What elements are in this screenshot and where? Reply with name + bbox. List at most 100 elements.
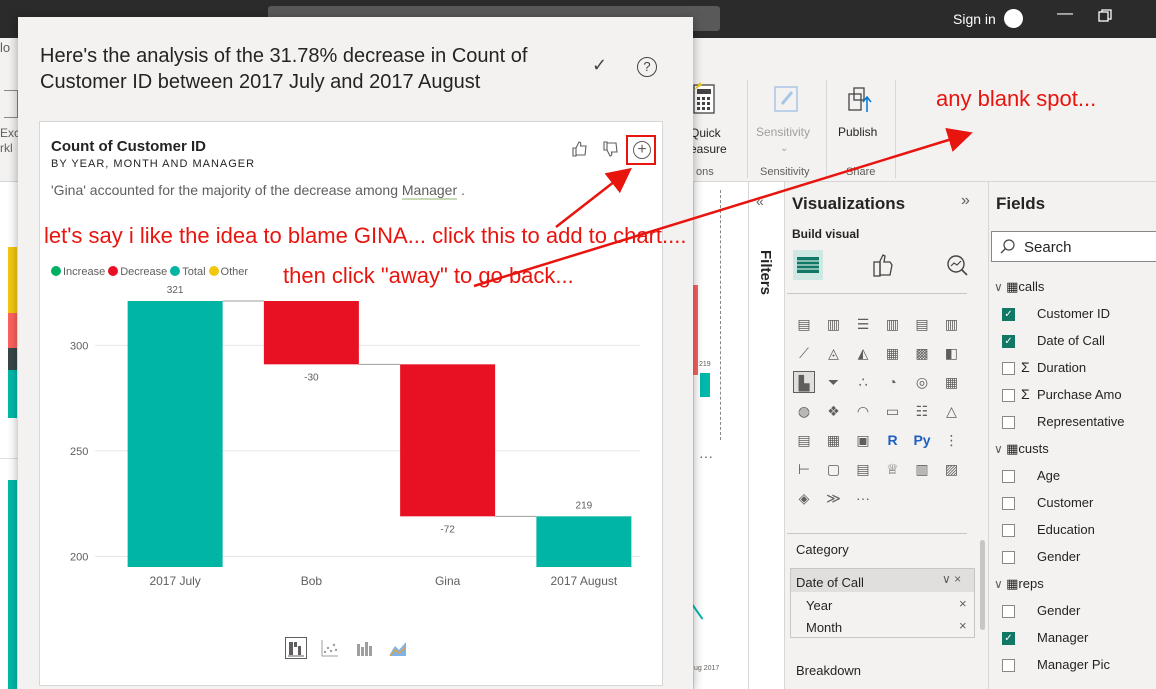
field-item[interactable]: Gender — [1002, 597, 1080, 624]
check-icon[interactable]: ✓ — [592, 55, 607, 76]
qa-visual-icon[interactable]: ▢ — [823, 458, 845, 480]
stacked-column-visual-icon[interactable]: ▥ — [823, 313, 845, 335]
filled-map-visual-icon[interactable]: ❖ — [823, 400, 845, 422]
smart-narrative-visual-icon[interactable]: ≫ — [823, 487, 845, 509]
field-checkbox[interactable]: ✓ — [1002, 307, 1015, 321]
clustered-bar-visual-icon[interactable]: ☰ — [852, 313, 874, 335]
power-apps-visual-icon[interactable]: ▨ — [941, 458, 963, 480]
area-type-icon[interactable] — [387, 637, 409, 659]
viz-scrollbar[interactable] — [980, 540, 985, 630]
field-item[interactable]: ✓ Date of Call — [1002, 327, 1105, 354]
help-icon[interactable]: ? — [637, 57, 657, 77]
field-table-custs[interactable]: ∨ ▦custs — [994, 435, 1049, 462]
sensitivity-button[interactable]: Sensitivity — [756, 125, 810, 139]
ribbon-visual-icon[interactable]: ▩ — [911, 342, 933, 364]
field-table-reps[interactable]: ∨ ▦reps — [994, 570, 1044, 597]
legend-item-decrease[interactable]: Decrease — [108, 266, 167, 278]
kpi-visual-icon[interactable]: △ — [941, 400, 963, 422]
paginated-visual-icon[interactable]: ▤ — [852, 458, 874, 480]
map-visual-icon[interactable]: ◍ — [793, 400, 815, 422]
field-checkbox[interactable] — [1002, 523, 1015, 537]
collapse-viz-icon[interactable]: » — [961, 192, 970, 210]
field-checkbox[interactable] — [1002, 496, 1015, 510]
scatter-type-icon[interactable] — [319, 637, 341, 659]
remove-year-icon[interactable]: × — [959, 596, 967, 611]
stacked-area-visual-icon[interactable]: ◭ — [852, 342, 874, 364]
avatar[interactable] — [1004, 9, 1023, 28]
scatter-visual-icon[interactable]: ∴ — [852, 371, 874, 393]
field-checkbox[interactable] — [1002, 550, 1015, 564]
r-visual-visual-icon[interactable]: R — [882, 429, 904, 451]
table-visual-icon[interactable]: ▦ — [823, 429, 845, 451]
funnel-visual-icon[interactable]: ⏷ — [823, 371, 845, 393]
decomposition-tree-visual-icon[interactable]: ⊢ — [793, 458, 815, 480]
column-type-icon[interactable] — [353, 637, 375, 659]
chevron-down-icon[interactable]: ∨ × — [942, 572, 961, 586]
card-visual-icon[interactable]: ▭ — [882, 400, 904, 422]
analytics-icon[interactable] — [945, 253, 969, 282]
field-item[interactable]: Customer — [1002, 489, 1093, 516]
field-checkbox[interactable] — [1002, 658, 1015, 672]
more-visual-icon[interactable]: ··· — [852, 487, 874, 509]
field-item[interactable]: Education — [1002, 516, 1095, 543]
publish-button[interactable]: Publish — [838, 125, 877, 139]
slicer-visual-icon[interactable]: ▤ — [793, 429, 815, 451]
build-visual-tab[interactable] — [793, 250, 823, 280]
matrix-visual-icon[interactable]: ▣ — [852, 429, 874, 451]
100-bar-visual-icon[interactable]: ▤ — [911, 313, 933, 335]
area-visual-icon[interactable]: ◬ — [823, 342, 845, 364]
python-visual-visual-icon[interactable]: Py — [911, 429, 933, 451]
field-item[interactable]: Σ Purchase Amo — [1002, 381, 1122, 408]
field-checkbox[interactable]: ✓ — [1002, 334, 1015, 348]
line-column-visual-icon[interactable]: ▦ — [882, 342, 904, 364]
field-checkbox[interactable] — [1002, 388, 1015, 402]
power-automate-visual-icon[interactable]: ◈ — [793, 487, 815, 509]
field-checkbox[interactable]: ✓ — [1002, 631, 1015, 645]
remove-month-icon[interactable]: × — [959, 618, 967, 633]
legend-item-other[interactable]: Other — [208, 266, 248, 278]
quick-measure-button[interactable]: Quick easure — [690, 125, 727, 157]
key-influencers-visual-icon[interactable]: ⋮ — [941, 429, 963, 451]
field-checkbox[interactable] — [1002, 361, 1015, 375]
waterfall-combo-visual-icon[interactable]: ◧ — [941, 342, 963, 364]
field-item[interactable]: ✓ Manager — [1002, 624, 1088, 651]
line-visual-icon[interactable]: ⟋ — [793, 342, 815, 364]
waterfall-type-icon[interactable] — [285, 637, 307, 659]
chevron-down-icon[interactable]: ∨ — [994, 577, 1006, 591]
waterfall-chart[interactable]: 200 250 300 321 2017 July -30 Bob -72 Gina 219 201… — [40, 282, 662, 622]
legend-item-total[interactable]: Total — [170, 266, 206, 278]
gauge-visual-icon[interactable]: ◠ — [852, 400, 874, 422]
100-column-visual-icon[interactable]: ▥ — [941, 313, 963, 335]
stacked-bar-visual-icon[interactable]: ▤ — [793, 313, 815, 335]
field-item[interactable]: Σ Duration — [1002, 354, 1086, 381]
sign-in-link[interactable]: Sign in — [953, 11, 996, 27]
category-field-month[interactable]: Month — [806, 620, 842, 635]
field-table-calls[interactable]: ∨ ▦calls — [994, 273, 1044, 300]
legend-item-increase[interactable]: Increase — [51, 266, 105, 278]
format-visual-icon[interactable] — [871, 252, 895, 283]
filters-label[interactable]: Filters — [757, 250, 774, 295]
field-checkbox[interactable] — [1002, 469, 1015, 483]
field-item[interactable]: ✓ Customer ID — [1002, 300, 1110, 327]
chevron-down-icon[interactable]: ∨ — [994, 280, 1006, 294]
field-item[interactable]: Age — [1002, 462, 1060, 489]
field-item[interactable]: Representative — [1002, 408, 1124, 435]
clustered-column-visual-icon[interactable]: ▥ — [882, 313, 904, 335]
report-visual-icon[interactable]: ▥ — [911, 458, 933, 480]
waterfall-visual-icon[interactable]: ▙ — [793, 371, 815, 393]
field-checkbox[interactable] — [1002, 604, 1015, 618]
field-item[interactable]: Manager Pic — [1002, 651, 1110, 678]
chevron-down-icon[interactable]: ∨ — [994, 442, 1006, 456]
more-options-icon[interactable]: ··· — [699, 448, 713, 464]
expand-filters-icon[interactable]: « — [756, 193, 764, 209]
trophy-visual-icon[interactable]: ♕ — [882, 458, 904, 480]
category-field-year[interactable]: Year — [806, 598, 832, 613]
field-item[interactable]: Gender — [1002, 543, 1080, 570]
pie-visual-icon[interactable]: ◔ — [882, 371, 904, 393]
category-field-date-of-call[interactable]: Date of Call — [796, 575, 864, 590]
donut-visual-icon[interactable]: ◎ — [911, 371, 933, 393]
treemap-visual-icon[interactable]: ▦ — [941, 371, 963, 393]
add-to-report-button[interactable]: + — [626, 135, 656, 165]
restore-icon[interactable] — [1097, 8, 1121, 32]
multi-row-card-visual-icon[interactable]: ☷ — [911, 400, 933, 422]
